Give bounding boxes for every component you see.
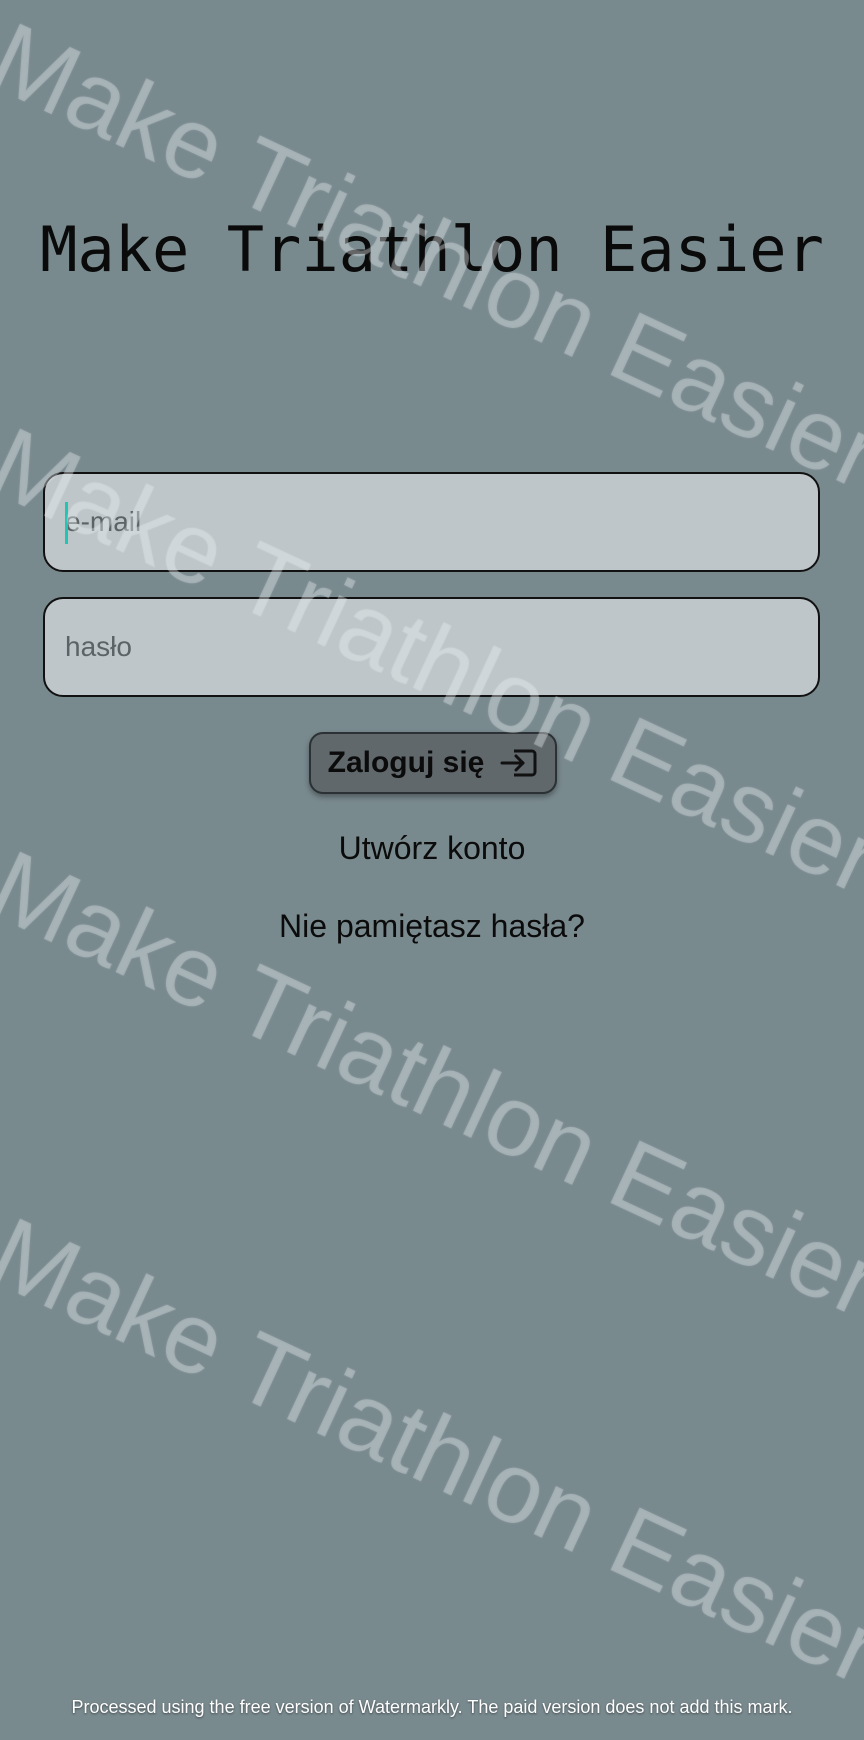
password-input[interactable] <box>65 599 818 695</box>
text-caret <box>65 502 68 544</box>
watermark-footer-note: Processed using the free version of Wate… <box>71 1697 793 1717</box>
login-button-label: Zaloguj się <box>327 746 485 779</box>
create-account-link[interactable]: Utwórz konto <box>0 830 864 867</box>
forgot-password-link[interactable]: Nie pamiętasz hasła? <box>0 908 864 945</box>
app-title: Make Triathlon Easier <box>40 213 824 286</box>
login-button[interactable]: Zaloguj się <box>309 732 557 794</box>
password-field[interactable] <box>43 597 820 697</box>
watermark-text: Make Triathlon Easier <box>0 828 864 1340</box>
email-input[interactable] <box>65 474 818 570</box>
login-screen: Make Triathlon Easier Zaloguj się Utwórz… <box>0 0 864 1740</box>
watermark-text: Make Triathlon Easier <box>0 1195 864 1707</box>
email-field[interactable] <box>43 472 820 572</box>
login-icon <box>498 746 538 780</box>
